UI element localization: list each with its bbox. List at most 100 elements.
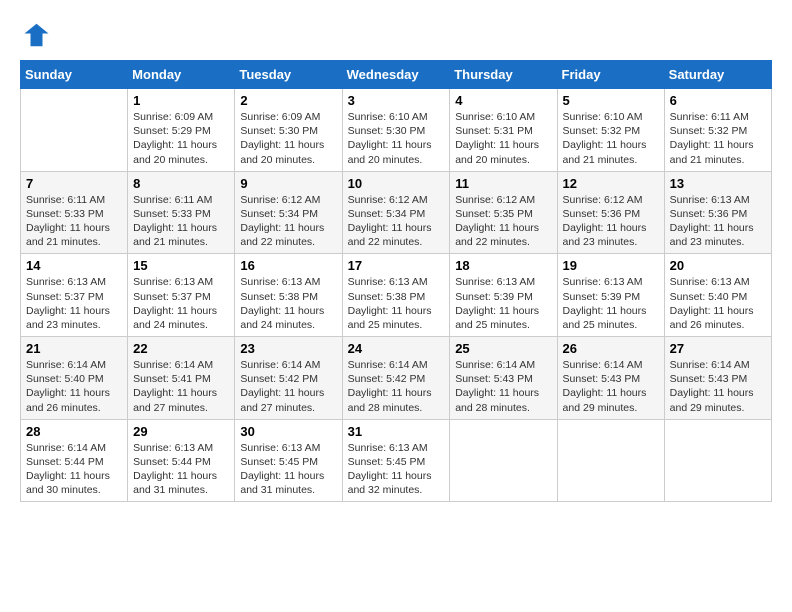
day-info: Sunrise: 6:13 AM Sunset: 5:40 PM Dayligh… — [670, 275, 766, 332]
day-cell: 30 Sunrise: 6:13 AM Sunset: 5:45 PM Dayl… — [235, 419, 342, 502]
day-info: Sunrise: 6:13 AM Sunset: 5:37 PM Dayligh… — [26, 275, 122, 332]
day-info: Sunrise: 6:14 AM Sunset: 5:43 PM Dayligh… — [455, 358, 551, 415]
day-number: 5 — [563, 93, 659, 108]
header-cell-sunday: Sunday — [21, 61, 128, 89]
day-cell: 1 Sunrise: 6:09 AM Sunset: 5:29 PM Dayli… — [128, 89, 235, 172]
week-row-2: 7 Sunrise: 6:11 AM Sunset: 5:33 PM Dayli… — [21, 171, 772, 254]
header-cell-saturday: Saturday — [664, 61, 771, 89]
day-cell: 19 Sunrise: 6:13 AM Sunset: 5:39 PM Dayl… — [557, 254, 664, 337]
day-cell: 25 Sunrise: 6:14 AM Sunset: 5:43 PM Dayl… — [450, 337, 557, 420]
day-cell: 17 Sunrise: 6:13 AM Sunset: 5:38 PM Dayl… — [342, 254, 450, 337]
day-number: 2 — [240, 93, 336, 108]
day-cell: 4 Sunrise: 6:10 AM Sunset: 5:31 PM Dayli… — [450, 89, 557, 172]
day-number: 11 — [455, 176, 551, 191]
day-info: Sunrise: 6:11 AM Sunset: 5:33 PM Dayligh… — [26, 193, 122, 250]
calendar-table: SundayMondayTuesdayWednesdayThursdayFrid… — [20, 60, 772, 502]
day-number: 7 — [26, 176, 122, 191]
day-cell: 6 Sunrise: 6:11 AM Sunset: 5:32 PM Dayli… — [664, 89, 771, 172]
day-cell: 14 Sunrise: 6:13 AM Sunset: 5:37 PM Dayl… — [21, 254, 128, 337]
day-number: 21 — [26, 341, 122, 356]
day-cell — [450, 419, 557, 502]
day-number: 9 — [240, 176, 336, 191]
day-cell: 5 Sunrise: 6:10 AM Sunset: 5:32 PM Dayli… — [557, 89, 664, 172]
day-number: 26 — [563, 341, 659, 356]
day-cell: 15 Sunrise: 6:13 AM Sunset: 5:37 PM Dayl… — [128, 254, 235, 337]
day-info: Sunrise: 6:11 AM Sunset: 5:33 PM Dayligh… — [133, 193, 229, 250]
day-info: Sunrise: 6:14 AM Sunset: 5:42 PM Dayligh… — [240, 358, 336, 415]
day-number: 29 — [133, 424, 229, 439]
day-info: Sunrise: 6:13 AM Sunset: 5:45 PM Dayligh… — [240, 441, 336, 498]
day-number: 16 — [240, 258, 336, 273]
day-number: 6 — [670, 93, 766, 108]
day-cell: 21 Sunrise: 6:14 AM Sunset: 5:40 PM Dayl… — [21, 337, 128, 420]
day-info: Sunrise: 6:09 AM Sunset: 5:29 PM Dayligh… — [133, 110, 229, 167]
day-info: Sunrise: 6:13 AM Sunset: 5:45 PM Dayligh… — [348, 441, 445, 498]
day-cell: 24 Sunrise: 6:14 AM Sunset: 5:42 PM Dayl… — [342, 337, 450, 420]
day-cell: 22 Sunrise: 6:14 AM Sunset: 5:41 PM Dayl… — [128, 337, 235, 420]
logo — [20, 20, 54, 50]
header-cell-thursday: Thursday — [450, 61, 557, 89]
day-number: 17 — [348, 258, 445, 273]
header-row: SundayMondayTuesdayWednesdayThursdayFrid… — [21, 61, 772, 89]
day-cell: 27 Sunrise: 6:14 AM Sunset: 5:43 PM Dayl… — [664, 337, 771, 420]
day-number: 20 — [670, 258, 766, 273]
day-cell: 23 Sunrise: 6:14 AM Sunset: 5:42 PM Dayl… — [235, 337, 342, 420]
day-info: Sunrise: 6:12 AM Sunset: 5:34 PM Dayligh… — [348, 193, 445, 250]
day-number: 8 — [133, 176, 229, 191]
day-info: Sunrise: 6:14 AM Sunset: 5:41 PM Dayligh… — [133, 358, 229, 415]
day-number: 31 — [348, 424, 445, 439]
header-cell-tuesday: Tuesday — [235, 61, 342, 89]
day-info: Sunrise: 6:09 AM Sunset: 5:30 PM Dayligh… — [240, 110, 336, 167]
day-number: 15 — [133, 258, 229, 273]
day-info: Sunrise: 6:13 AM Sunset: 5:39 PM Dayligh… — [563, 275, 659, 332]
day-cell: 7 Sunrise: 6:11 AM Sunset: 5:33 PM Dayli… — [21, 171, 128, 254]
header-cell-wednesday: Wednesday — [342, 61, 450, 89]
day-number: 14 — [26, 258, 122, 273]
day-info: Sunrise: 6:13 AM Sunset: 5:37 PM Dayligh… — [133, 275, 229, 332]
day-info: Sunrise: 6:13 AM Sunset: 5:44 PM Dayligh… — [133, 441, 229, 498]
day-number: 24 — [348, 341, 445, 356]
day-info: Sunrise: 6:14 AM Sunset: 5:44 PM Dayligh… — [26, 441, 122, 498]
day-cell: 2 Sunrise: 6:09 AM Sunset: 5:30 PM Dayli… — [235, 89, 342, 172]
day-cell: 26 Sunrise: 6:14 AM Sunset: 5:43 PM Dayl… — [557, 337, 664, 420]
week-row-5: 28 Sunrise: 6:14 AM Sunset: 5:44 PM Dayl… — [21, 419, 772, 502]
week-row-3: 14 Sunrise: 6:13 AM Sunset: 5:37 PM Dayl… — [21, 254, 772, 337]
day-info: Sunrise: 6:13 AM Sunset: 5:38 PM Dayligh… — [240, 275, 336, 332]
day-cell: 16 Sunrise: 6:13 AM Sunset: 5:38 PM Dayl… — [235, 254, 342, 337]
week-row-4: 21 Sunrise: 6:14 AM Sunset: 5:40 PM Dayl… — [21, 337, 772, 420]
day-number: 10 — [348, 176, 445, 191]
day-cell: 11 Sunrise: 6:12 AM Sunset: 5:35 PM Dayl… — [450, 171, 557, 254]
day-cell: 9 Sunrise: 6:12 AM Sunset: 5:34 PM Dayli… — [235, 171, 342, 254]
day-info: Sunrise: 6:13 AM Sunset: 5:38 PM Dayligh… — [348, 275, 445, 332]
day-info: Sunrise: 6:14 AM Sunset: 5:43 PM Dayligh… — [670, 358, 766, 415]
header-cell-friday: Friday — [557, 61, 664, 89]
day-number: 13 — [670, 176, 766, 191]
day-info: Sunrise: 6:10 AM Sunset: 5:32 PM Dayligh… — [563, 110, 659, 167]
day-info: Sunrise: 6:12 AM Sunset: 5:35 PM Dayligh… — [455, 193, 551, 250]
day-number: 12 — [563, 176, 659, 191]
day-number: 19 — [563, 258, 659, 273]
day-number: 1 — [133, 93, 229, 108]
day-number: 23 — [240, 341, 336, 356]
day-cell: 3 Sunrise: 6:10 AM Sunset: 5:30 PM Dayli… — [342, 89, 450, 172]
day-info: Sunrise: 6:14 AM Sunset: 5:43 PM Dayligh… — [563, 358, 659, 415]
header-cell-monday: Monday — [128, 61, 235, 89]
day-cell: 29 Sunrise: 6:13 AM Sunset: 5:44 PM Dayl… — [128, 419, 235, 502]
day-number: 4 — [455, 93, 551, 108]
day-info: Sunrise: 6:12 AM Sunset: 5:36 PM Dayligh… — [563, 193, 659, 250]
page-header — [20, 20, 772, 50]
logo-icon — [20, 20, 50, 50]
day-cell: 18 Sunrise: 6:13 AM Sunset: 5:39 PM Dayl… — [450, 254, 557, 337]
day-cell: 31 Sunrise: 6:13 AM Sunset: 5:45 PM Dayl… — [342, 419, 450, 502]
day-info: Sunrise: 6:11 AM Sunset: 5:32 PM Dayligh… — [670, 110, 766, 167]
day-number: 27 — [670, 341, 766, 356]
day-info: Sunrise: 6:10 AM Sunset: 5:30 PM Dayligh… — [348, 110, 445, 167]
day-cell: 8 Sunrise: 6:11 AM Sunset: 5:33 PM Dayli… — [128, 171, 235, 254]
day-cell: 20 Sunrise: 6:13 AM Sunset: 5:40 PM Dayl… — [664, 254, 771, 337]
day-number: 28 — [26, 424, 122, 439]
day-number: 25 — [455, 341, 551, 356]
day-cell — [21, 89, 128, 172]
day-info: Sunrise: 6:14 AM Sunset: 5:40 PM Dayligh… — [26, 358, 122, 415]
day-info: Sunrise: 6:10 AM Sunset: 5:31 PM Dayligh… — [455, 110, 551, 167]
day-number: 30 — [240, 424, 336, 439]
